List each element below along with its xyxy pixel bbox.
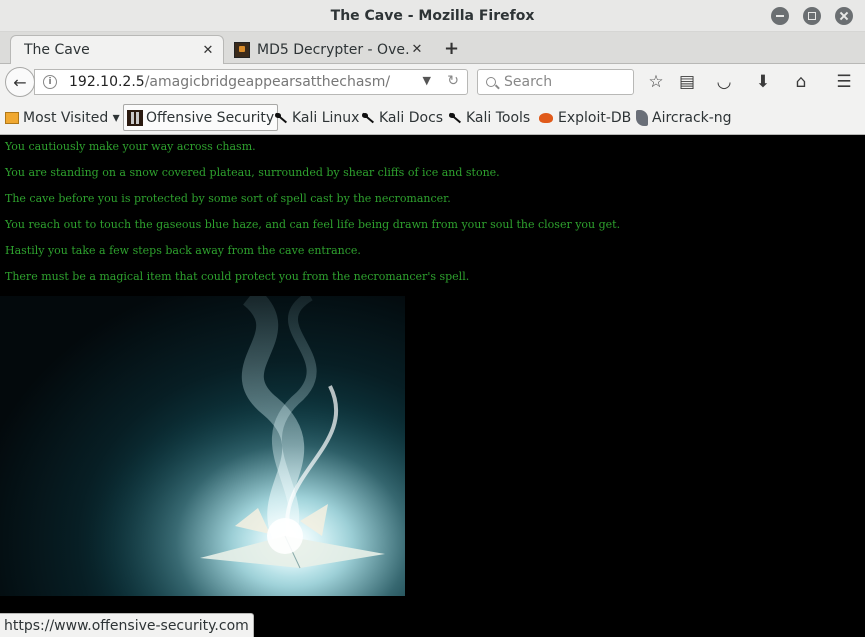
story-line: You are standing on a snow covered plate…: [5, 166, 500, 179]
close-window-icon[interactable]: [835, 7, 853, 25]
exploitdb-icon: [539, 112, 553, 123]
url-dropdown-icon[interactable]: ▼: [423, 74, 431, 87]
kali-icon: [273, 110, 289, 126]
bookmarks-library-icon[interactable]: ▤: [677, 72, 697, 92]
bookmarks-toolbar: Most Visited ▾ Offensive Security Kali L…: [0, 100, 865, 135]
tab-the-cave[interactable]: The Cave ✕: [10, 35, 224, 64]
minimize-icon[interactable]: [771, 7, 789, 25]
aircrack-icon: [636, 109, 648, 126]
window-titlebar: The Cave - Mozilla Firefox: [0, 0, 865, 32]
site-info-icon[interactable]: i: [43, 75, 57, 89]
url-text[interactable]: 192.10.2.5/amagicbridgeappearsatthechasm…: [69, 74, 390, 90]
magic-book-illustration: [0, 296, 405, 596]
story-line: The cave before you is protected by some…: [5, 192, 451, 205]
bookmark-kali-docs[interactable]: Kali Docs: [360, 104, 443, 131]
offsec-icon: [127, 109, 143, 126]
menu-icon[interactable]: ☰: [834, 72, 854, 92]
tab-strip: The Cave ✕ MD5 Decrypter - Ove… ✕: [0, 32, 865, 64]
md5-favicon-icon: [234, 41, 250, 58]
page-content: You cautiously make your way across chas…: [0, 136, 865, 637]
window-title: The Cave - Mozilla Firefox: [330, 7, 535, 24]
bookmark-label: Kali Docs: [379, 109, 444, 126]
bookmark-offensive-security[interactable]: Offensive Security: [123, 104, 279, 131]
back-button[interactable]: ←: [5, 67, 35, 97]
bookmark-label: Most Visited ▾: [23, 109, 120, 126]
pocket-icon[interactable]: ◡: [714, 72, 734, 92]
new-tab-button[interactable]: +: [444, 38, 459, 59]
bookmark-label: Kali Tools: [466, 109, 531, 126]
bookmark-label: Offensive Security: [146, 109, 275, 126]
bookmark-label: Exploit-DB: [558, 109, 632, 126]
bookmark-label: Aircrack-ng: [652, 109, 732, 126]
kali-icon: [447, 110, 463, 126]
bookmark-kali-linux[interactable]: Kali Linux: [273, 104, 359, 131]
window-controls: [771, 7, 853, 25]
bookmark-star-icon[interactable]: ☆: [646, 72, 666, 92]
bookmark-kali-tools[interactable]: Kali Tools: [447, 104, 530, 131]
reload-icon[interactable]: ↻: [447, 73, 459, 89]
url-path: /amagicbridgeappearsatthechasm/: [144, 74, 391, 90]
home-icon[interactable]: ⌂: [791, 72, 811, 92]
url-bar[interactable]: i 192.10.2.5/amagicbridgeappearsatthecha…: [34, 69, 468, 95]
search-icon: [486, 77, 496, 87]
tab-label: MD5 Decrypter - Ove…: [257, 41, 410, 58]
tab-close-icon[interactable]: ✕: [201, 43, 215, 58]
magic-book-image: [0, 296, 405, 596]
tab-md5-decrypter[interactable]: MD5 Decrypter - Ove… ✕: [226, 35, 432, 64]
back-arrow-icon: ←: [13, 72, 27, 92]
bookmark-label: Kali Linux: [292, 109, 360, 126]
story-line: You cautiously make your way across chas…: [5, 140, 256, 153]
bookmark-most-visited[interactable]: Most Visited ▾: [5, 104, 120, 131]
tab-label: The Cave: [24, 42, 90, 58]
story-line: There must be a magical item that could …: [5, 270, 470, 283]
nav-bar: i 192.10.2.5/amagicbridgeappearsatthecha…: [0, 64, 865, 100]
story-line: You reach out to touch the gaseous blue …: [5, 218, 621, 231]
url-host: 192.10.2.5: [69, 74, 145, 90]
bookmark-exploit-db[interactable]: Exploit-DB: [539, 104, 631, 131]
folder-icon: [5, 111, 19, 124]
maximize-icon[interactable]: [803, 7, 821, 25]
search-input[interactable]: Search: [477, 69, 634, 95]
kali-icon: [360, 110, 376, 126]
bookmark-aircrack-ng[interactable]: Aircrack-ng: [636, 104, 732, 131]
search-placeholder: Search: [504, 74, 553, 90]
tab-close-icon[interactable]: ✕: [410, 42, 424, 57]
download-icon[interactable]: ⬇: [753, 72, 773, 92]
status-bar: https://www.offensive-security.com: [0, 613, 254, 637]
story-line: Hastily you take a few steps back away f…: [5, 244, 361, 257]
